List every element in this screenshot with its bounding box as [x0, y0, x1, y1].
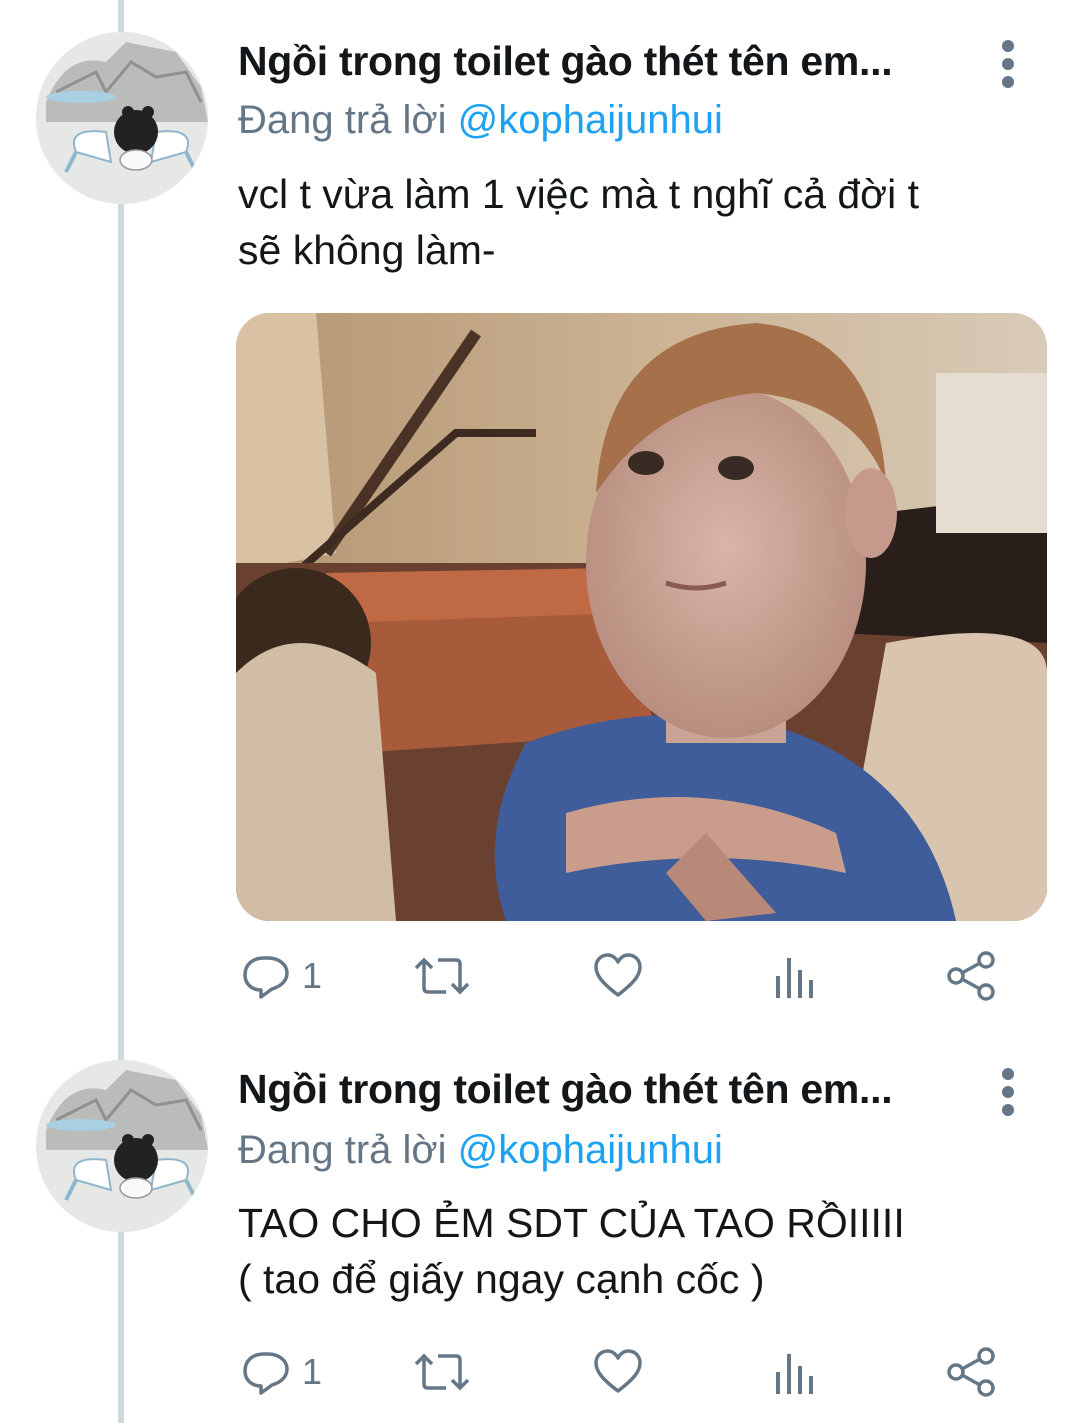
retweet-button[interactable]	[412, 944, 472, 1008]
replying-to: Đang trả lời @kophaijunhui	[238, 98, 723, 143]
more-vertical-icon	[1002, 1068, 1014, 1116]
share-button[interactable]	[944, 1340, 1000, 1404]
crying-cartoon-avatar-icon	[36, 1060, 208, 1232]
tweet-text-line: vcl t vừa làm 1 việc mà t nghĩ cả đời t	[238, 171, 919, 217]
replying-to: Đang trả lời @kophaijunhui	[238, 1128, 723, 1173]
reply-count: 1	[302, 1351, 323, 1392]
reply-button[interactable]: 1	[240, 944, 322, 1008]
more-options-button[interactable]	[990, 36, 1026, 92]
tweet-text: vcl t vừa làm 1 việc mà t nghĩ cả đời t …	[238, 166, 1038, 278]
reply-handle-link[interactable]: @kophaijunhui	[458, 1128, 723, 1172]
analytics-icon	[776, 1354, 813, 1394]
retweet-icon	[414, 957, 470, 995]
tweet-text-line: TAO CHO ẺM SDT CỦA TAO RỒIIIII	[238, 1200, 905, 1246]
share-button[interactable]	[944, 944, 1000, 1008]
analytics-button[interactable]	[770, 944, 818, 1008]
display-name[interactable]: Ngồi trong toilet gào thét tên em...	[238, 1066, 893, 1113]
tweet[interactable]: Ngồi trong toilet gào thét tên em... Đan…	[0, 1040, 1078, 1423]
like-button[interactable]	[592, 1340, 644, 1404]
retweet-icon	[414, 1353, 470, 1391]
tweet-text: TAO CHO ẺM SDT CỦA TAO RỒIIIII ( tao để …	[238, 1195, 1038, 1307]
reply-icon	[243, 1352, 289, 1395]
more-vertical-icon	[1002, 40, 1014, 88]
retweet-button[interactable]	[412, 1340, 472, 1404]
reply-handle-link[interactable]: @kophaijunhui	[458, 98, 723, 142]
reply-count: 1	[302, 955, 323, 996]
tweet-actions: 1	[0, 1340, 1078, 1404]
reply-icon	[243, 956, 289, 999]
tweet-text-line: sẽ không làm-	[238, 227, 496, 273]
like-button[interactable]	[592, 944, 644, 1008]
analytics-icon	[776, 958, 813, 998]
tweet-actions: 1	[0, 944, 1078, 1008]
crying-cartoon-avatar-icon	[36, 32, 208, 204]
avatar[interactable]	[36, 1060, 208, 1232]
replying-prefix: Đang trả lời	[238, 98, 447, 142]
tweet[interactable]: Ngồi trong toilet gào thét tên em... Đan…	[0, 0, 1078, 1040]
more-options-button[interactable]	[990, 1064, 1026, 1120]
tweet-media-image[interactable]	[236, 313, 1047, 921]
share-icon	[947, 1347, 995, 1397]
replying-prefix: Đang trả lời	[238, 1128, 447, 1172]
reply-button[interactable]: 1	[240, 1340, 322, 1404]
meme-photo-boy-arms-crossed	[236, 313, 1047, 921]
tweet-text-line: ( tao để giấy ngay cạnh cốc )	[238, 1256, 765, 1302]
analytics-button[interactable]	[770, 1340, 818, 1404]
heart-icon	[594, 953, 642, 997]
display-name[interactable]: Ngồi trong toilet gào thét tên em...	[238, 38, 893, 85]
share-icon	[947, 951, 995, 1001]
heart-icon	[594, 1349, 642, 1393]
avatar[interactable]	[36, 32, 208, 204]
